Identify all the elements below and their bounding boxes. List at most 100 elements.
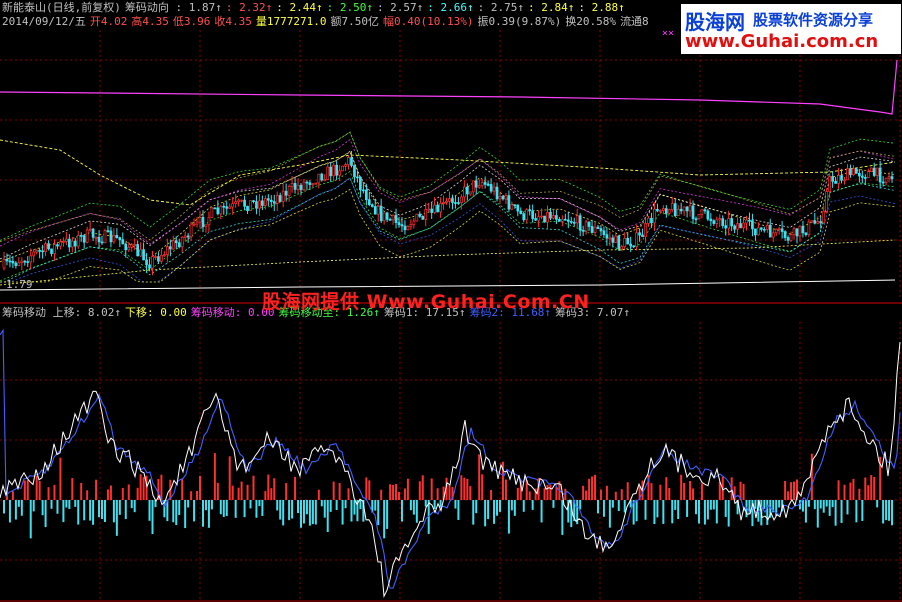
candle-body — [599, 228, 603, 232]
candle-body — [353, 165, 356, 178]
chip-band-line-5 — [0, 138, 896, 247]
candle-body — [504, 195, 508, 200]
candle-body — [762, 228, 766, 231]
indicator-bar-up — [246, 484, 249, 500]
candle-body — [798, 225, 802, 237]
candle-body — [157, 256, 160, 262]
indicator-bar-down — [130, 500, 133, 509]
candle-body — [213, 207, 217, 210]
candle-body — [421, 216, 425, 220]
indicator-bar-down — [846, 500, 849, 515]
indicator-bar-up — [294, 476, 297, 500]
candle-body — [810, 220, 814, 223]
indicator-bar-down — [187, 500, 190, 508]
indicator-bar-up — [213, 453, 216, 500]
candle-body — [26, 261, 30, 263]
indicator-bar-down — [493, 500, 496, 524]
indicator-bar-up — [620, 489, 623, 500]
candle-body — [14, 262, 18, 266]
indicator-bar-up — [285, 483, 288, 500]
indicator-bar-up — [843, 484, 846, 500]
candle-body — [507, 195, 511, 210]
candle-body — [234, 201, 238, 205]
candle-body — [59, 241, 62, 247]
candle-body — [525, 209, 529, 221]
indicator-bar-down — [3, 500, 5, 514]
candle-body — [465, 186, 469, 195]
candle-body — [73, 240, 77, 247]
row1-item-6: : 2.66↑ — [427, 1, 474, 14]
candle-body — [534, 218, 537, 221]
indicator-bar-up — [787, 491, 790, 500]
candle-body — [513, 204, 517, 207]
indicator-bar-down — [17, 500, 20, 507]
candle-body — [266, 198, 270, 201]
candle-body — [694, 218, 698, 221]
candle-body — [189, 223, 193, 238]
candle-body — [344, 164, 347, 167]
candle-body — [724, 225, 728, 229]
indicator-bar-down — [326, 500, 329, 532]
indicator-bar-up — [543, 488, 546, 500]
indicator-bar-down — [302, 500, 305, 524]
indicator-bar-up — [406, 478, 409, 500]
candle-body — [819, 221, 823, 224]
candle-body — [415, 213, 419, 222]
candle-body — [317, 173, 321, 184]
indicator-bar-down — [386, 500, 389, 529]
candle-body — [130, 244, 134, 248]
indicator-bar-down — [243, 500, 246, 518]
candle-body — [519, 210, 523, 215]
candle-body — [362, 189, 365, 192]
close-mark[interactable]: ×× — [662, 28, 674, 39]
candle-body — [795, 228, 799, 237]
candle-body — [739, 223, 742, 229]
candle-body — [620, 246, 624, 250]
candle-body — [730, 218, 734, 227]
candle-body — [590, 226, 594, 233]
indicator-bar-up — [689, 480, 692, 500]
indicator-bar-down — [763, 500, 766, 509]
candle-body — [243, 199, 246, 207]
candle-body — [70, 240, 74, 248]
candle-body — [789, 234, 793, 241]
indicator-bar-up — [47, 487, 50, 500]
indicator-bar-down — [148, 500, 151, 521]
row1-item-4: : 2.50↑ — [326, 1, 373, 14]
candle-body — [56, 244, 59, 247]
indicator-bar-down — [377, 500, 380, 526]
indicator-bar-up — [398, 491, 401, 500]
candle-body — [804, 232, 808, 235]
candle-body — [670, 203, 674, 210]
chip-band-line-4 — [0, 177, 896, 283]
candle-body — [177, 242, 181, 248]
indicator-bar-down — [807, 500, 810, 507]
indicator-bar-down — [816, 500, 819, 528]
indicator-bar-up — [490, 489, 493, 500]
candle-body — [373, 206, 377, 215]
indicator-bar-up — [790, 482, 793, 500]
indicator-bar-down — [754, 500, 757, 509]
candle-body — [272, 201, 276, 204]
indicator-bar-down — [653, 500, 656, 525]
candle-body — [261, 200, 264, 206]
chip-band-line-9 — [0, 131, 896, 241]
indicator-bar-down — [83, 500, 86, 521]
candle-body — [759, 227, 763, 230]
candle-body — [555, 215, 558, 220]
candle-body — [855, 168, 858, 174]
candle-body — [41, 250, 44, 253]
indicator-bar-up — [23, 480, 26, 500]
candle-body — [198, 217, 202, 223]
row2-item-8: 振0.39(9.87%) — [477, 15, 562, 28]
indicator-bar-up — [264, 491, 267, 500]
candle-body — [219, 205, 223, 215]
indicator-bar-down — [677, 500, 680, 520]
indicator-bar-up — [181, 478, 184, 500]
indicator-bar-down — [828, 500, 831, 516]
candle-body — [486, 184, 490, 186]
indicator-bar-up — [466, 478, 469, 500]
candle-body — [852, 168, 855, 176]
indicator-bar-up — [216, 482, 219, 500]
candle-body — [751, 220, 754, 230]
